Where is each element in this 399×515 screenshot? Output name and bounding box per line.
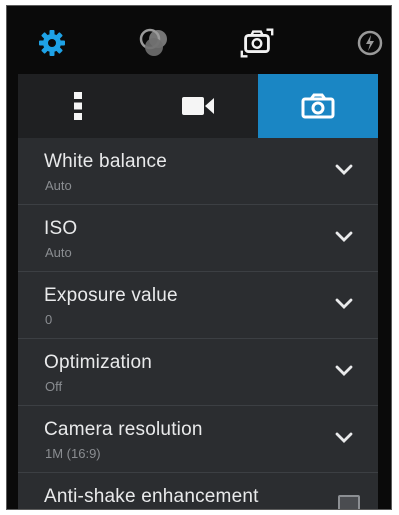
vertical-dots-icon: [74, 92, 82, 120]
tab-video[interactable]: [138, 74, 258, 138]
chevron-down-icon[interactable]: [334, 162, 354, 178]
color-effects-icon[interactable]: [135, 24, 173, 62]
settings-panel: White balance Auto ISO Auto Exposure val…: [18, 74, 378, 509]
setting-camera-resolution[interactable]: Camera resolution 1M (16:9): [18, 406, 378, 473]
chevron-down-icon[interactable]: [334, 296, 354, 312]
setting-title: Exposure value: [44, 285, 178, 306]
video-camera-icon: [182, 97, 214, 115]
setting-title: White balance: [44, 151, 168, 172]
setting-white-balance[interactable]: White balance Auto: [18, 138, 378, 205]
chevron-down-icon[interactable]: [334, 363, 354, 379]
flash-auto-icon[interactable]: [351, 24, 389, 62]
setting-title: Camera resolution: [44, 419, 203, 440]
setting-anti-shake-enhancement[interactable]: Anti-shake enhancement: [18, 473, 378, 509]
camera-top-bar: [7, 6, 391, 74]
camera-icon: [301, 93, 335, 119]
setting-value: Auto: [45, 178, 72, 193]
settings-list: White balance Auto ISO Auto Exposure val…: [18, 138, 378, 509]
setting-value: Auto: [45, 245, 72, 260]
anti-shake-checkbox[interactable]: [338, 495, 360, 509]
settings-tab-bar: [18, 74, 378, 138]
camera-settings-screen: White balance Auto ISO Auto Exposure val…: [6, 5, 392, 510]
chevron-down-icon[interactable]: [334, 430, 354, 446]
setting-value: 0: [45, 312, 53, 327]
tab-photo[interactable]: [258, 74, 378, 138]
setting-value: Off: [45, 379, 63, 394]
settings-icon[interactable]: [33, 24, 71, 62]
setting-exposure-value[interactable]: Exposure value 0: [18, 272, 378, 339]
chevron-down-icon[interactable]: [334, 229, 354, 245]
setting-title: Optimization: [44, 352, 152, 373]
switch-camera-icon[interactable]: [238, 24, 276, 62]
setting-iso[interactable]: ISO Auto: [18, 205, 378, 272]
setting-title: ISO: [44, 218, 78, 239]
setting-optimization[interactable]: Optimization Off: [18, 339, 378, 406]
setting-title: Anti-shake enhancement: [44, 486, 259, 507]
setting-value: 1M (16:9): [45, 446, 101, 461]
tab-more[interactable]: [18, 74, 138, 138]
